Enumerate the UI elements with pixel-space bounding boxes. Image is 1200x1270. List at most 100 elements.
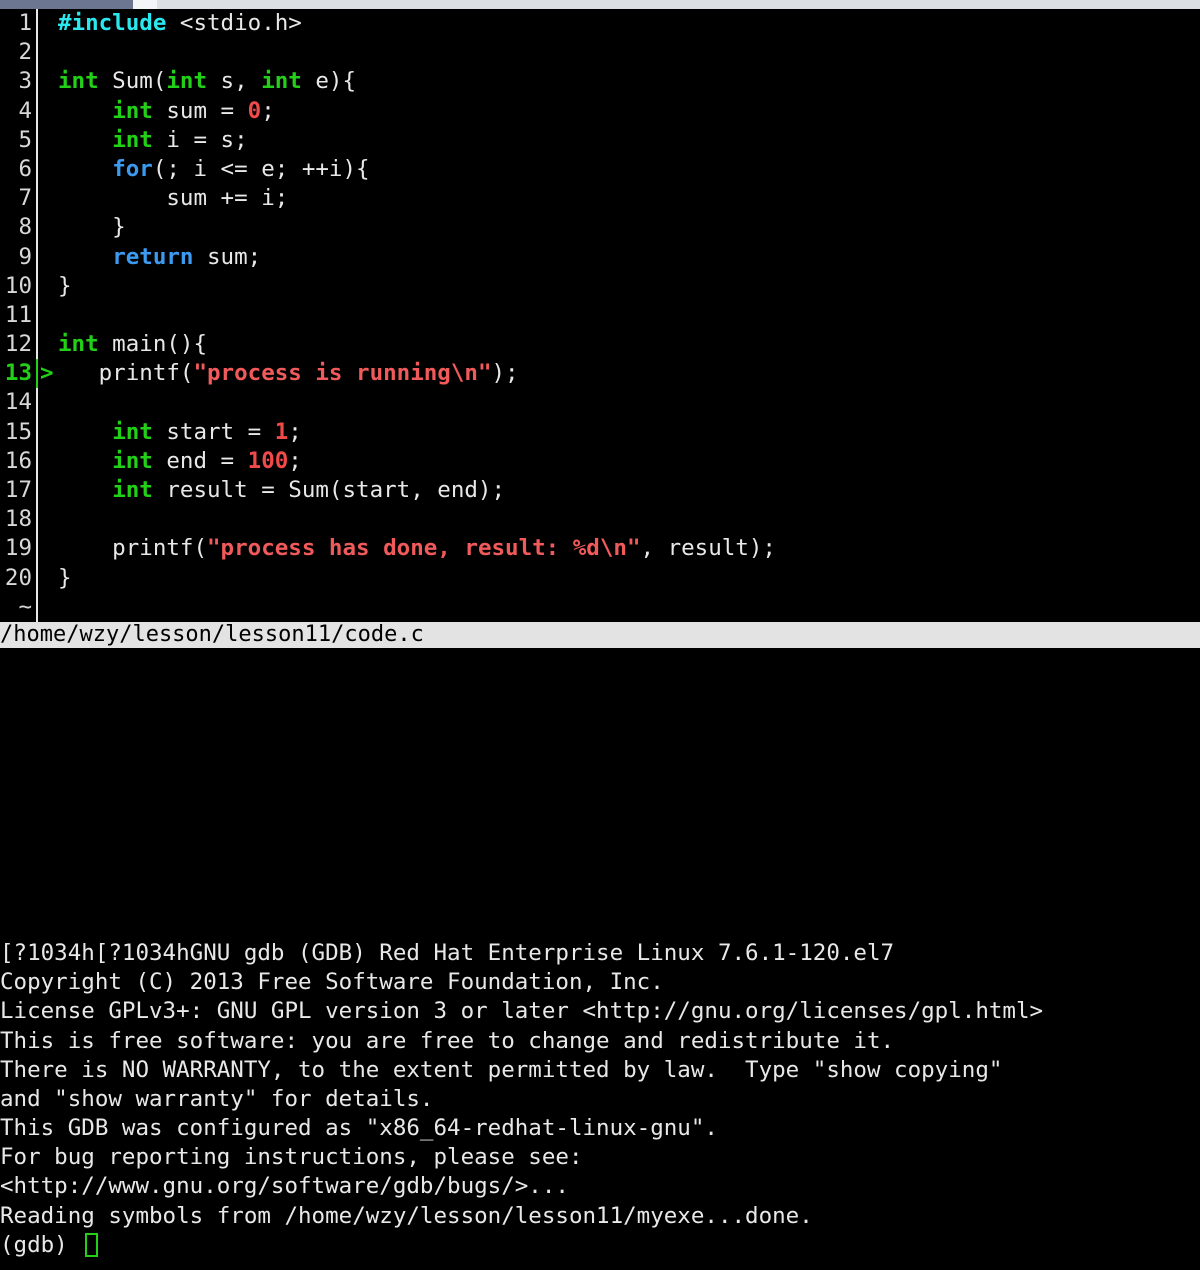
code-text: sum += i; (58, 185, 289, 212)
line-number: 9 (18, 243, 32, 270)
code-text: return sum; (112, 243, 262, 270)
gutter-separator (36, 271, 38, 301)
horizontal-scrollbar[interactable] (0, 0, 1200, 9)
console-output-line: License GPLv3+: GNU GPL version 3 or lat… (0, 998, 1044, 1025)
status-bar-filepath: /home/wzy/lesson/lesson11/code.c (0, 622, 1200, 648)
code-line: 10} (0, 271, 1200, 301)
code-line: 15 int start = 1; (0, 417, 1200, 447)
gutter-separator (36, 388, 38, 418)
line-number: 18 (4, 506, 32, 533)
gutter-separator (36, 9, 38, 39)
console-output-line: and "show warranty" for details. (0, 1085, 434, 1112)
console-output-line: <http://www.gnu.org/software/gdb/bugs/>.… (0, 1173, 569, 1200)
gutter-separator (36, 592, 38, 622)
gutter-separator (36, 476, 38, 506)
code-line: 5 int i = s; (0, 125, 1200, 155)
code-line: 14 (0, 388, 1200, 418)
code-line: 3 int Sum(int s, int e){ (0, 67, 1200, 97)
gutter-separator (36, 330, 38, 360)
code-line: 19 printf("process has done, result: %d\… (0, 534, 1200, 564)
gutter-separator (36, 184, 38, 214)
code-line: 1 #include <stdio.h> (0, 9, 1200, 39)
code-line: 11 (0, 300, 1200, 331)
gdb-prompt-line[interactable]: (gdb) (0, 1231, 1200, 1260)
console-output-line: [?1034h[?1034hGNU gdb (GDB) Red Hat Ente… (0, 939, 895, 966)
gutter-separator (36, 96, 38, 126)
code-text: } (58, 272, 72, 299)
code-text: for(; i <= e; ++i){ (112, 155, 370, 182)
code-line: 12 int main(){ (0, 330, 1200, 360)
line-number: 15 (4, 418, 32, 445)
code-line: 6 for(; i <= e; ++i){ (0, 154, 1200, 185)
gdb-prompt-label: (gdb) (0, 1231, 82, 1258)
code-text: int sum = 0; (112, 97, 275, 124)
code-line: 9 return sum; (0, 242, 1200, 272)
code-line: 17 int result = Sum(start, end); (0, 476, 1200, 506)
line-number: 6 (18, 155, 32, 182)
gutter-separator (36, 213, 38, 243)
line-number: 14 (4, 389, 32, 416)
scrollbar-track[interactable] (157, 0, 1200, 9)
gutter-separator (36, 242, 38, 272)
line-number: 3 (18, 68, 32, 95)
filler-line: ~ (0, 592, 1200, 622)
gutter-separator (36, 38, 38, 68)
code-text: printf("process is running\n"); (58, 360, 519, 387)
gutter-separator (36, 154, 38, 185)
gutter-separator (36, 417, 38, 447)
line-number: 8 (18, 214, 32, 241)
code-line: 16 int end = 100; (0, 446, 1200, 476)
code-text: int Sum(int s, int e){ (58, 68, 357, 95)
gutter-separator (36, 67, 38, 97)
code-line: 8 } (0, 213, 1200, 243)
line-number: 13 (4, 360, 32, 387)
scrollbar-thumb[interactable] (0, 0, 133, 9)
code-text: } (58, 214, 126, 241)
code-line: 7 sum += i; (0, 184, 1200, 214)
gutter-separator (36, 534, 38, 564)
code-text: int result = Sum(start, end); (112, 477, 506, 503)
code-line: 18 (0, 505, 1200, 535)
console-output-line: There is NO WARRANTY, to the extent perm… (0, 1056, 1003, 1083)
gutter-separator (36, 505, 38, 535)
source-code-pane[interactable]: 1 #include <stdio.h> 2 3 int Sum(int s, int … (0, 9, 1200, 622)
gdb-console[interactable]: [?1034h[?1034hGNU gdb (GDB) Red Hat Ente… (0, 648, 1200, 1270)
gutter-separator (36, 446, 38, 476)
code-text: printf("process has done, result: %d\n",… (58, 535, 776, 562)
code-text: #include <stdio.h> (58, 10, 302, 36)
line-number: 11 (4, 301, 32, 328)
code-line: 4 int sum = 0; (0, 96, 1200, 126)
line-number: 5 (18, 126, 32, 153)
console-output-line: Reading symbols from /home/wzy/lesson/le… (0, 1202, 813, 1229)
line-number: 20 (4, 564, 32, 591)
scrollbar-gap (133, 0, 157, 9)
code-text: int end = 100; (112, 447, 302, 474)
console-output-line: For bug reporting instructions, please s… (0, 1144, 583, 1171)
line-number: 17 (4, 477, 32, 503)
console-output-line: Copyright (C) 2013 Free Software Foundat… (0, 969, 664, 996)
line-number: 12 (4, 331, 32, 358)
line-number: 1 (18, 10, 32, 36)
line-number: 10 (4, 272, 32, 299)
line-number: 2 (18, 39, 32, 66)
code-text: int main(){ (58, 331, 208, 358)
code-line: 13 > printf("process is running\n"); (0, 359, 1200, 389)
code-line: 20} (0, 563, 1200, 593)
console-output-line: This is free software: you are free to c… (0, 1027, 895, 1054)
console-output-line: This GDB was configured as "x86_64-redha… (0, 1115, 718, 1142)
gutter-separator (36, 300, 38, 331)
line-number: 19 (4, 535, 32, 562)
code-text: int i = s; (112, 126, 248, 153)
line-number: 16 (4, 447, 32, 474)
filler-tilde: ~ (18, 593, 32, 620)
code-line: 2 (0, 38, 1200, 68)
gutter-separator (36, 125, 38, 155)
current-line-marker-icon: > (40, 360, 54, 387)
text-cursor (85, 1233, 99, 1258)
gutter-separator (36, 563, 38, 593)
line-number: 4 (18, 97, 32, 124)
code-text: int start = 1; (112, 418, 302, 445)
line-number: 7 (18, 185, 32, 212)
gutter-separator (36, 359, 38, 389)
code-text: } (58, 564, 72, 591)
